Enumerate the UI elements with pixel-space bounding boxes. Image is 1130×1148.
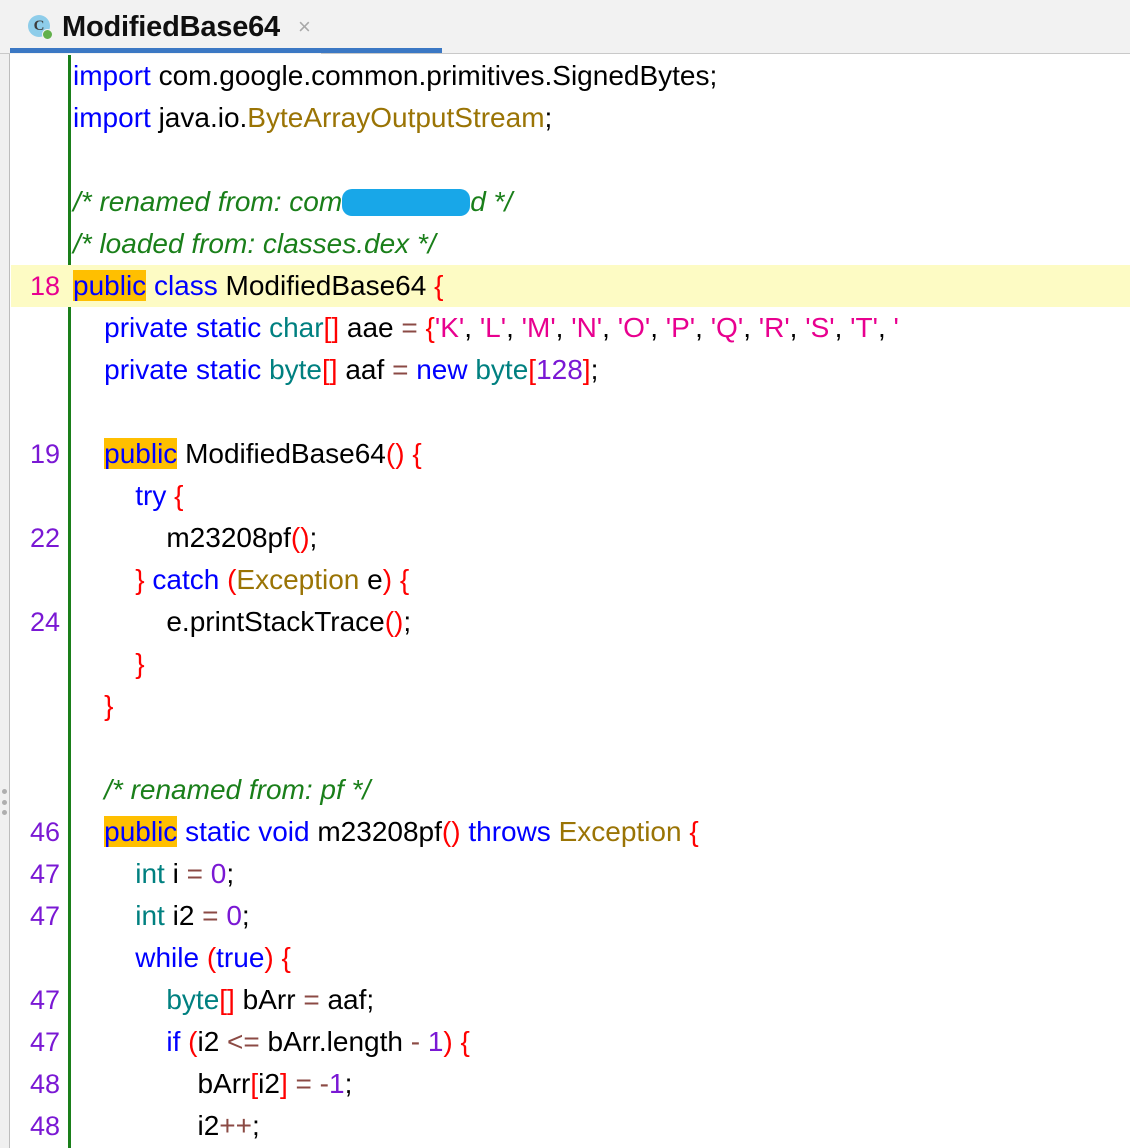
line-content: public ModifiedBase64() { bbox=[104, 438, 422, 469]
line-content: public class ModifiedBase64 { bbox=[73, 270, 444, 301]
code-line: } bbox=[11, 643, 1130, 685]
code-line: private static char[] aae = {'K', 'L', '… bbox=[11, 307, 1130, 349]
search-match: public bbox=[104, 438, 178, 469]
comment-prefix: /* renamed from: com bbox=[73, 186, 343, 217]
line-content: i2++; bbox=[73, 1110, 260, 1141]
code-line-comment: /* renamed from: pf */ bbox=[11, 769, 1130, 811]
redaction-block bbox=[342, 189, 471, 216]
line-content: e.printStackTrace(); bbox=[73, 606, 412, 637]
line-content: /* renamed from: pf */ bbox=[73, 774, 371, 805]
tab-title: ModifiedBase64 bbox=[62, 10, 280, 43]
code-line: try { bbox=[11, 475, 1130, 517]
line-content: int i2 = 0; bbox=[73, 900, 250, 931]
code-line: import java.io.ByteArrayOutputStream; bbox=[11, 97, 1130, 139]
line-number: 47 bbox=[29, 985, 60, 1015]
line-content: private static byte[] aaf = new byte[128… bbox=[73, 354, 599, 385]
code-editor[interactable]: import com.google.common.primitives.Sign… bbox=[11, 55, 1130, 1148]
code-line: private static byte[] aaf = new byte[128… bbox=[11, 349, 1130, 391]
code-line: 48 bArr[i2] = -1; bbox=[11, 1063, 1130, 1105]
line-content: byte[] bArr = aaf; bbox=[73, 984, 375, 1015]
code-line: 47 int i2 = 0; bbox=[11, 895, 1130, 937]
left-tool-rail bbox=[0, 54, 10, 1148]
line-content: private static char[] aae = {'K', 'L', '… bbox=[73, 312, 899, 343]
editor-tab-bar: C ModifiedBase64 × bbox=[0, 0, 1130, 54]
line-number: 19 bbox=[29, 439, 60, 469]
line-content: } bbox=[135, 648, 145, 679]
line-content: while (true) { bbox=[73, 942, 291, 973]
line-content: m23208pf(); bbox=[73, 522, 318, 553]
line-number: 24 bbox=[29, 607, 60, 637]
line-content: int i = 0; bbox=[73, 858, 235, 889]
code-line: 48 i2++; bbox=[11, 1105, 1130, 1147]
code-line-comment-redacted: /* renamed from: com d */ bbox=[11, 181, 1130, 223]
code-line-current: 18 public class ModifiedBase64 { bbox=[11, 265, 1130, 307]
search-match: public bbox=[73, 270, 147, 301]
line-content: import com.google.common.primitives.Sign… bbox=[73, 60, 718, 91]
line-content: } catch (Exception e) { bbox=[135, 564, 410, 595]
code-line: 47 if (i2 <= bArr.length - 1) { bbox=[11, 1021, 1130, 1063]
line-number: 48 bbox=[29, 1069, 60, 1099]
line-content: } bbox=[104, 690, 114, 721]
line-number: 47 bbox=[29, 859, 60, 889]
line-number: 22 bbox=[29, 523, 60, 553]
line-number-current: 18 bbox=[29, 271, 60, 301]
code-lines: import com.google.common.primitives.Sign… bbox=[11, 55, 1130, 1148]
code-line: 47 int i = 0; bbox=[11, 853, 1130, 895]
line-content: import java.io.ByteArrayOutputStream; bbox=[73, 102, 553, 133]
code-line-comment: /* loaded from: classes.dex */ bbox=[11, 223, 1130, 265]
code-line: import com.google.common.primitives.Sign… bbox=[11, 55, 1130, 97]
tab-modifiedbase64[interactable]: C ModifiedBase64 × bbox=[10, 0, 321, 54]
code-line: } catch (Exception e) { bbox=[11, 559, 1130, 601]
line-number: 48 bbox=[29, 1111, 60, 1141]
rail-drag-handle-icon[interactable] bbox=[2, 789, 7, 815]
tab-active-indicator bbox=[10, 48, 442, 53]
code-line: 47 byte[] bArr = aaf; bbox=[11, 979, 1130, 1021]
line-content: if (i2 <= bArr.length - 1) { bbox=[73, 1026, 470, 1057]
comment-suffix: d */ bbox=[470, 186, 513, 217]
code-line: 46 public static void m23208pf() throws … bbox=[11, 811, 1130, 853]
code-line: 22 m23208pf(); bbox=[11, 517, 1130, 559]
code-line: } bbox=[11, 685, 1130, 727]
editor-window: C ModifiedBase64 × import com.google.com… bbox=[0, 0, 1130, 1148]
line-content: /* loaded from: classes.dex */ bbox=[73, 228, 436, 259]
line-number: 46 bbox=[29, 817, 60, 847]
line-number: 47 bbox=[29, 1027, 60, 1057]
java-class-icon: C bbox=[28, 14, 53, 40]
close-icon[interactable]: × bbox=[298, 16, 311, 38]
line-content: bArr[i2] = -1; bbox=[73, 1068, 353, 1099]
line-content: try { bbox=[73, 480, 184, 511]
code-line: 19 public ModifiedBase64() { bbox=[11, 433, 1130, 475]
code-line: while (true) { bbox=[11, 937, 1130, 979]
line-content: public static void m23208pf() throws Exc… bbox=[104, 816, 699, 847]
line-number: 47 bbox=[29, 901, 60, 931]
line-content: /* renamed from: com d */ bbox=[73, 181, 512, 223]
code-line: 24 e.printStackTrace(); bbox=[11, 601, 1130, 643]
search-match: public bbox=[104, 816, 178, 847]
